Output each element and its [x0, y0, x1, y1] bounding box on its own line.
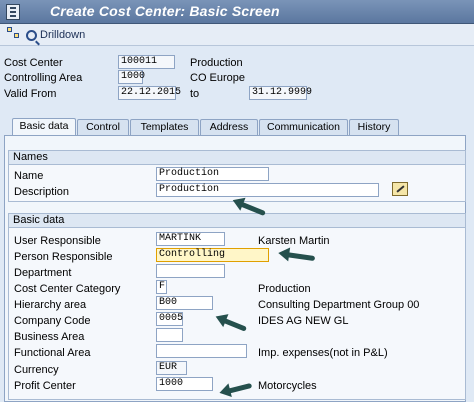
- basic-data-group-title: Basic data: [9, 214, 465, 228]
- cost-center-field[interactable]: 100011: [118, 55, 175, 69]
- valid-to-field[interactable]: 31.12.9999: [249, 86, 312, 100]
- category-field[interactable]: F: [156, 280, 167, 294]
- user-responsible-label: User Responsible: [14, 235, 101, 247]
- name-label: Name: [14, 170, 44, 182]
- currency-field[interactable]: EUR: [156, 361, 187, 375]
- title-bar: Create Cost Center: Basic Screen: [0, 0, 474, 24]
- hierarchy-area-label: Hierarchy area: [14, 299, 87, 311]
- controlling-area-field[interactable]: 1000: [118, 70, 145, 84]
- department-label: Department: [14, 267, 72, 279]
- description-field[interactable]: Production: [156, 183, 379, 197]
- drilldown-label: Drilldown: [40, 29, 86, 41]
- business-area-label: Business Area: [14, 331, 85, 343]
- window-title: Create Cost Center: Basic Screen: [50, 3, 280, 19]
- valid-to-label: to: [190, 88, 200, 100]
- valid-from-label: Valid From: [4, 88, 57, 100]
- tab-address[interactable]: Address: [200, 119, 258, 136]
- category-text: Production: [258, 283, 311, 295]
- names-group-title: Names: [9, 151, 465, 165]
- business-area-field[interactable]: [156, 328, 183, 342]
- department-field[interactable]: [156, 264, 225, 278]
- currency-label: Currency: [14, 364, 59, 376]
- tab-templates[interactable]: Templates: [130, 119, 199, 136]
- user-responsible-field[interactable]: MARTINK: [156, 232, 225, 246]
- tab-basic-data[interactable]: Basic data: [12, 118, 76, 136]
- drilldown-icon: [26, 29, 37, 41]
- tab-communication[interactable]: Communication: [259, 119, 348, 136]
- person-responsible-label: Person Responsible: [14, 251, 113, 263]
- functional-area-label: Functional Area: [14, 347, 91, 359]
- controlling-area-text: CO Europe: [190, 72, 246, 84]
- functional-area-field[interactable]: [156, 344, 247, 358]
- description-label: Description: [14, 186, 70, 198]
- valid-from-field[interactable]: 22.12.2015: [118, 86, 181, 100]
- profit-center-field[interactable]: 1000: [156, 377, 213, 391]
- cost-center-text: Production: [190, 57, 243, 69]
- company-code-label: Company Code: [14, 315, 91, 327]
- controlling-area-label: Controlling Area: [4, 72, 83, 84]
- name-field[interactable]: Production: [156, 167, 269, 181]
- profit-center-text: Motorcycles: [258, 380, 317, 392]
- edit-icon[interactable]: [392, 182, 408, 196]
- tab-control[interactable]: Control: [77, 119, 129, 136]
- profit-center-label: Profit Center: [14, 380, 76, 392]
- tree-icon[interactable]: [7, 27, 21, 43]
- cost-center-label: Cost Center: [4, 57, 63, 69]
- company-code-field[interactable]: 0005: [156, 312, 183, 326]
- application-toolbar: Drilldown: [0, 24, 474, 46]
- hierarchy-area-text: Consulting Department Group 00: [258, 299, 420, 311]
- user-responsible-text: Karsten Martin: [258, 235, 330, 247]
- functional-area-text: Imp. expenses(not in P&L): [258, 347, 388, 359]
- hierarchy-area-field[interactable]: B00: [156, 296, 213, 310]
- drilldown-button[interactable]: Drilldown: [26, 27, 85, 43]
- sap-window-icon[interactable]: [6, 4, 20, 20]
- company-code-text: IDES AG NEW GL: [258, 315, 349, 327]
- person-responsible-field[interactable]: Controlling: [156, 248, 269, 262]
- category-label: Cost Center Category: [14, 283, 121, 295]
- tab-history[interactable]: History: [349, 119, 399, 136]
